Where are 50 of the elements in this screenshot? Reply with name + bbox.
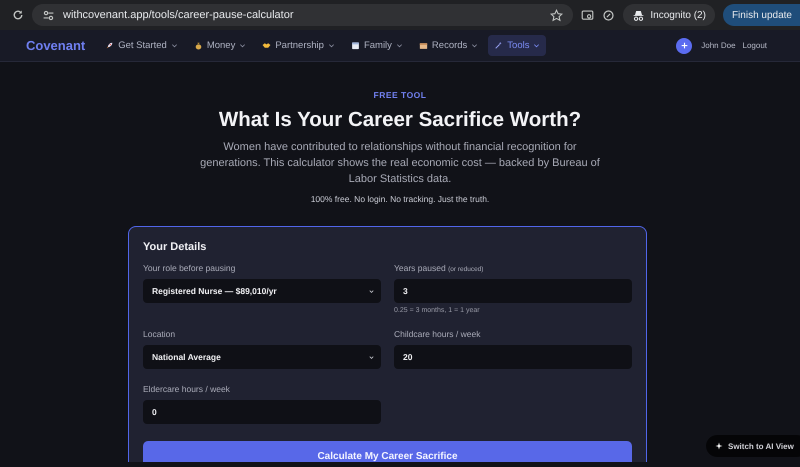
plus-icon (680, 41, 689, 50)
dropdown[interactable]: Registered Nurse — $89,010/yr (143, 279, 381, 303)
chevron-down-icon (170, 42, 178, 49)
wand-icon (494, 41, 504, 50)
nav-menu-item[interactable]: Partnership (256, 35, 341, 56)
input-field[interactable]: 0 (143, 400, 381, 424)
box-icon (418, 41, 428, 50)
money-bag-icon (194, 41, 203, 50)
chevron-down-icon (533, 42, 540, 49)
add-button[interactable] (676, 38, 692, 54)
dropdown[interactable]: National Average (143, 345, 381, 369)
address-bar[interactable]: withcovenant.app/tools/career-pause-calculator (32, 4, 574, 26)
field-label: Childcare hours / week (394, 329, 482, 339)
sparkle-icon (715, 442, 723, 450)
intro-paragraph: Women have contributed to relationships without financial recognition for generations. This calculator shows the real economic cost — backed by Bureau of Labor Statistics data. (200, 140, 600, 187)
eyebrow-label: FREE TOOL (374, 90, 426, 100)
nav-menu-item[interactable]: Money (188, 35, 252, 56)
user-name: John Doe (701, 41, 736, 50)
nav-menu-item[interactable]: Records (412, 35, 484, 56)
site-settings-icon (42, 8, 55, 22)
ai-view-button[interactable]: Switch to AI View (706, 435, 800, 457)
url-text: withcovenant.app/tools/career-pause-calculator (63, 9, 295, 21)
update-button[interactable]: Finish update (722, 4, 800, 26)
field-label: Your role before pausing (143, 263, 236, 273)
chevron-down-icon (368, 288, 375, 294)
rocket-icon (105, 41, 114, 50)
incognito-icon (632, 8, 646, 22)
section-title: Your Details (143, 241, 208, 253)
input-field[interactable]: 20 (394, 345, 632, 369)
chevron-down-icon (471, 42, 478, 49)
chevron-down-icon (396, 42, 403, 49)
field-label: Eldercare hours / week (143, 384, 231, 394)
brand-logo[interactable]: Covenant (26, 38, 86, 53)
incognito-chip[interactable]: Incognito (2) (623, 4, 715, 26)
field-label: Location (143, 329, 176, 339)
calculate-button[interactable]: Calculate My Career Sacrifice (143, 441, 632, 462)
nav-menu-item[interactable]: Get Started (99, 35, 184, 56)
chevron-down-icon (368, 354, 375, 360)
nav-menu-item[interactable]: Family (344, 35, 409, 56)
reload-icon[interactable] (12, 9, 24, 21)
input-field[interactable]: 3 (394, 279, 632, 303)
star-icon[interactable] (550, 8, 564, 22)
page-title: What Is Your Career Sacrifice Worth? (218, 108, 582, 132)
chevron-down-icon (328, 42, 335, 49)
nav-menu-item[interactable]: Tools (488, 35, 546, 56)
calendar-icon (350, 41, 360, 50)
logout-link[interactable]: Logout (742, 41, 767, 50)
lens-icon[interactable] (581, 8, 594, 22)
tagline: 100% free. No login. No tracking. Just the truth. (310, 194, 490, 204)
chevron-down-icon (239, 42, 246, 49)
